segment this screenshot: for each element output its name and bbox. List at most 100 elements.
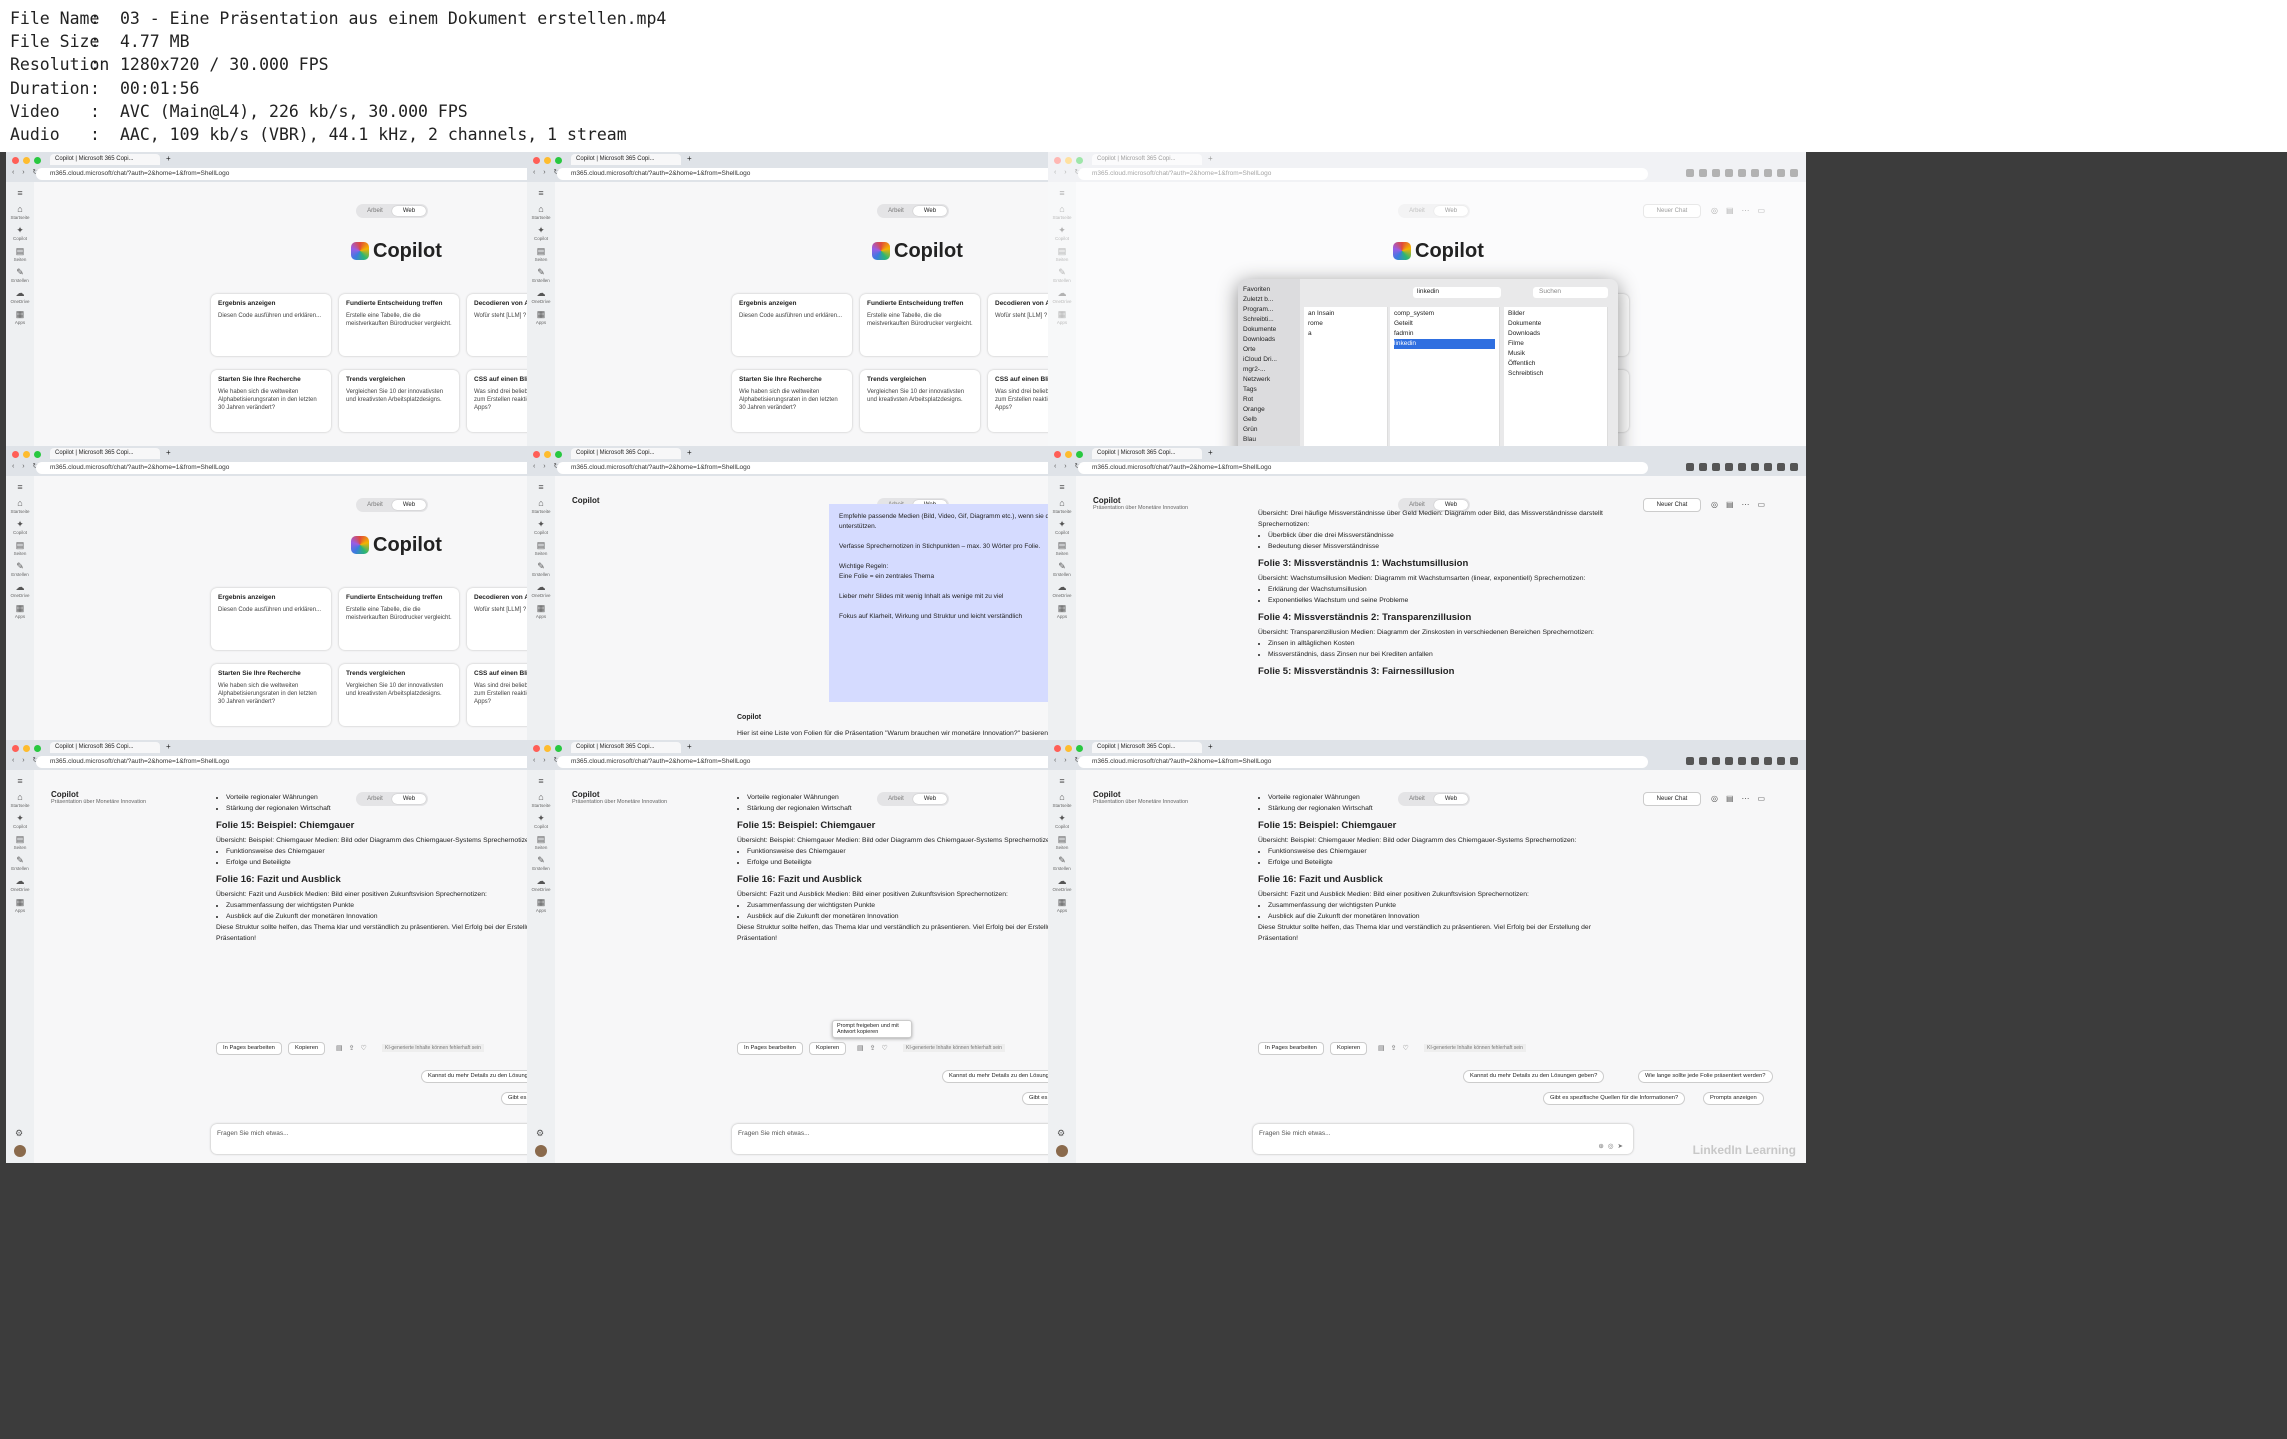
avatar[interactable] (535, 1145, 547, 1157)
work-web-toggle[interactable]: ArbeitWeb (356, 204, 428, 218)
rail-erstellen-icon[interactable]: ✎ (14, 561, 26, 572)
extension-icon[interactable] (1725, 757, 1733, 765)
toggle-web[interactable]: Web (913, 206, 947, 216)
extension-icon[interactable] (1751, 463, 1759, 471)
prompt-card[interactable]: Ergebnis anzeigen Diesen Code ausführen u… (211, 588, 331, 650)
maximize-window-button[interactable] (34, 745, 41, 752)
feedback-icons[interactable]: ▤⇪♡ (857, 1044, 894, 1052)
menu-icon[interactable]: ≡ (1056, 776, 1068, 786)
copy-button[interactable]: Kopieren (288, 1042, 326, 1055)
new-chat-button[interactable]: Neuer Chat (1643, 498, 1701, 512)
work-web-toggle[interactable]: ArbeitWeb (877, 204, 949, 218)
menu-icon[interactable]: ≡ (14, 188, 26, 198)
edit-in-pages-button[interactable]: In Pages bearbeiten (737, 1042, 803, 1055)
suggestion-pill[interactable]: Gibt es spezifische Quellen für die Info… (1543, 1092, 1686, 1105)
rail-startseite-icon[interactable]: ⌂ (535, 498, 547, 508)
dialog-sidebar-item[interactable]: Rot (1243, 395, 1295, 405)
input-actions-icon[interactable]: ⊕◎➤ (1598, 1142, 1627, 1150)
dialog-sidebar-item[interactable]: mgr2-... (1243, 365, 1295, 375)
dialog-file-item[interactable]: Dokumente (1508, 319, 1603, 329)
dialog-sidebar-item[interactable]: Orte (1243, 345, 1295, 355)
prompt-card[interactable]: Fundierte Entscheidung treffen Erstelle e… (860, 294, 980, 356)
maximize-window-button[interactable] (1076, 745, 1083, 752)
menu-icon[interactable]: ≡ (1056, 482, 1068, 492)
dialog-sidebar-item[interactable]: Dokumente (1243, 325, 1295, 335)
extension-icon[interactable] (1712, 463, 1720, 471)
dialog-sidebar-item[interactable]: Program... (1243, 305, 1295, 315)
prompt-card[interactable]: Fundierte Entscheidung treffen Erstelle e… (339, 294, 459, 356)
avatar[interactable] (1056, 1145, 1068, 1157)
dialog-sidebar-item[interactable]: Grün (1243, 425, 1295, 435)
dialog-file-item[interactable]: Downloads (1508, 329, 1603, 339)
maximize-window-button[interactable] (34, 451, 41, 458)
rail-onedrive-icon[interactable]: ☁ (14, 582, 26, 593)
rail-seiten-icon[interactable]: ▤ (535, 246, 547, 257)
rail-erstellen-icon[interactable]: ✎ (1056, 561, 1068, 572)
rail-onedrive-icon[interactable]: ☁ (1056, 582, 1068, 593)
rail-copilot-icon[interactable]: ✦ (14, 225, 26, 236)
prompts-pill[interactable]: Prompts anzeigen (1703, 1092, 1764, 1105)
rail-startseite-icon[interactable]: ⌂ (14, 498, 26, 508)
extension-icon[interactable] (1777, 757, 1785, 765)
close-window-button[interactable] (12, 745, 19, 752)
maximize-window-button[interactable] (555, 451, 562, 458)
maximize-window-button[interactable] (34, 157, 41, 164)
menu-icon[interactable]: ≡ (14, 482, 26, 492)
settings-icon[interactable]: ⚙ (1057, 1128, 1065, 1139)
extension-icon[interactable] (1686, 463, 1694, 471)
address-bar[interactable]: m365.cloud.microsoft/chat/?auth=2&home=1… (557, 756, 1127, 768)
minimize-window-button[interactable] (544, 745, 551, 752)
address-bar[interactable]: m365.cloud.microsoft/chat/?auth=2&home=1… (557, 168, 1127, 180)
feedback-icons[interactable]: ▤⇪♡ (336, 1044, 373, 1052)
extension-icon[interactable] (1725, 463, 1733, 471)
rail-apps-icon[interactable]: ▦ (14, 897, 26, 908)
dialog-sidebar-item[interactable]: Tags (1243, 385, 1295, 395)
extension-icon[interactable] (1764, 757, 1772, 765)
close-window-button[interactable] (533, 745, 540, 752)
rail-onedrive-icon[interactable]: ☁ (1056, 876, 1068, 887)
extension-icon[interactable] (1686, 757, 1694, 765)
rail-seiten-icon[interactable]: ▤ (1056, 540, 1068, 551)
toggle-work[interactable]: Arbeit (358, 500, 392, 510)
close-window-button[interactable] (1054, 451, 1061, 458)
minimize-window-button[interactable] (23, 451, 30, 458)
dialog-sidebar-item[interactable]: Gelb (1243, 415, 1295, 425)
dialog-file-item[interactable]: Schreibtisch (1508, 369, 1603, 379)
browser-tab[interactable]: Copilot | Microsoft 365 Copi... (1092, 742, 1202, 753)
dialog-file-item[interactable]: an Insain (1308, 309, 1383, 319)
maximize-window-button[interactable] (1076, 451, 1083, 458)
menu-icon[interactable]: ≡ (535, 482, 547, 492)
new-tab-icon[interactable]: + (166, 448, 171, 457)
rail-startseite-icon[interactable]: ⌂ (1056, 792, 1068, 802)
dialog-file-item[interactable]: Musik (1508, 349, 1603, 359)
prompt-card[interactable]: Trends vergleichen Vergleichen Sie 10 der… (339, 370, 459, 432)
rail-copilot-icon[interactable]: ✦ (535, 813, 547, 824)
prompt-card[interactable]: Starten Sie Ihre Recherche Wie haben sich… (211, 664, 331, 726)
suggestion-pill[interactable]: Kannst du mehr Details zu den Lösungen g… (1463, 1070, 1605, 1083)
address-bar[interactable]: m365.cloud.microsoft/chat/?auth=2&home=1… (1078, 462, 1648, 474)
prompt-card[interactable]: Starten Sie Ihre Recherche Wie haben sich… (211, 370, 331, 432)
minimize-window-button[interactable] (1065, 745, 1072, 752)
rail-onedrive-icon[interactable]: ☁ (14, 288, 26, 299)
menu-icon[interactable]: ≡ (535, 188, 547, 198)
rail-seiten-icon[interactable]: ▤ (14, 540, 26, 551)
new-tab-icon[interactable]: + (687, 448, 692, 457)
rail-startseite-icon[interactable]: ⌂ (535, 204, 547, 214)
browser-tab[interactable]: Copilot | Microsoft 365 Copi... (50, 154, 160, 165)
dialog-file-item[interactable]: Geteilt (1394, 319, 1495, 329)
avatar[interactable] (14, 1145, 26, 1157)
close-window-button[interactable] (12, 157, 19, 164)
rail-apps-icon[interactable]: ▦ (14, 309, 26, 320)
rail-copilot-icon[interactable]: ✦ (535, 519, 547, 530)
prompt-card[interactable]: Fundierte Entscheidung treffen Erstelle e… (339, 588, 459, 650)
dialog-file-item[interactable]: Öffentlich (1508, 359, 1603, 369)
extension-icon[interactable] (1738, 463, 1746, 471)
browser-tab[interactable]: Copilot | Microsoft 365 Copi... (571, 154, 681, 165)
rail-seiten-icon[interactable]: ▤ (14, 246, 26, 257)
new-chat-button[interactable]: Neuer Chat (1643, 792, 1701, 806)
dialog-sidebar-item[interactable]: Downloads (1243, 335, 1295, 345)
minimize-window-button[interactable] (544, 157, 551, 164)
toggle-web[interactable]: Web (392, 206, 426, 216)
rail-apps-icon[interactable]: ▦ (535, 897, 547, 908)
close-window-button[interactable] (12, 451, 19, 458)
